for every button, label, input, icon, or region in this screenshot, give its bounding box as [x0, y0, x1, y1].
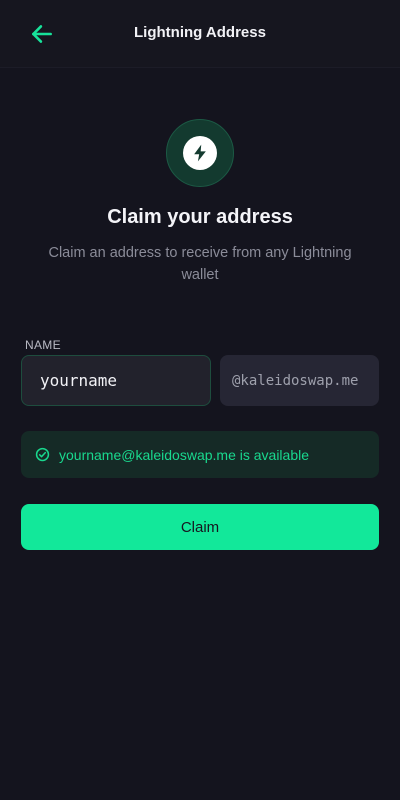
hero-title: Claim your address — [107, 206, 293, 228]
claim-button[interactable]: Claim — [21, 504, 379, 550]
availability-text: yourname@kaleidoswap.me is available — [59, 446, 310, 463]
domain-suffix: @kaleidoswap.me — [220, 355, 379, 406]
lightning-icon-circle — [183, 136, 217, 170]
header-bar: Lightning Address — [0, 0, 400, 68]
availability-status: yourname@kaleidoswap.me is available — [21, 431, 379, 478]
page-title: Lightning Address — [134, 24, 266, 41]
lightning-address-screen: Lightning Address Claim your address Cla… — [0, 0, 400, 800]
hero-subtitle: Claim an address to receive from any Lig… — [48, 245, 352, 283]
name-input[interactable] — [21, 355, 211, 406]
check-circle-icon — [35, 447, 50, 462]
lightning-bolt-icon — [194, 144, 206, 162]
name-field-label: NAME — [25, 338, 61, 352]
lightning-badge — [166, 119, 234, 187]
